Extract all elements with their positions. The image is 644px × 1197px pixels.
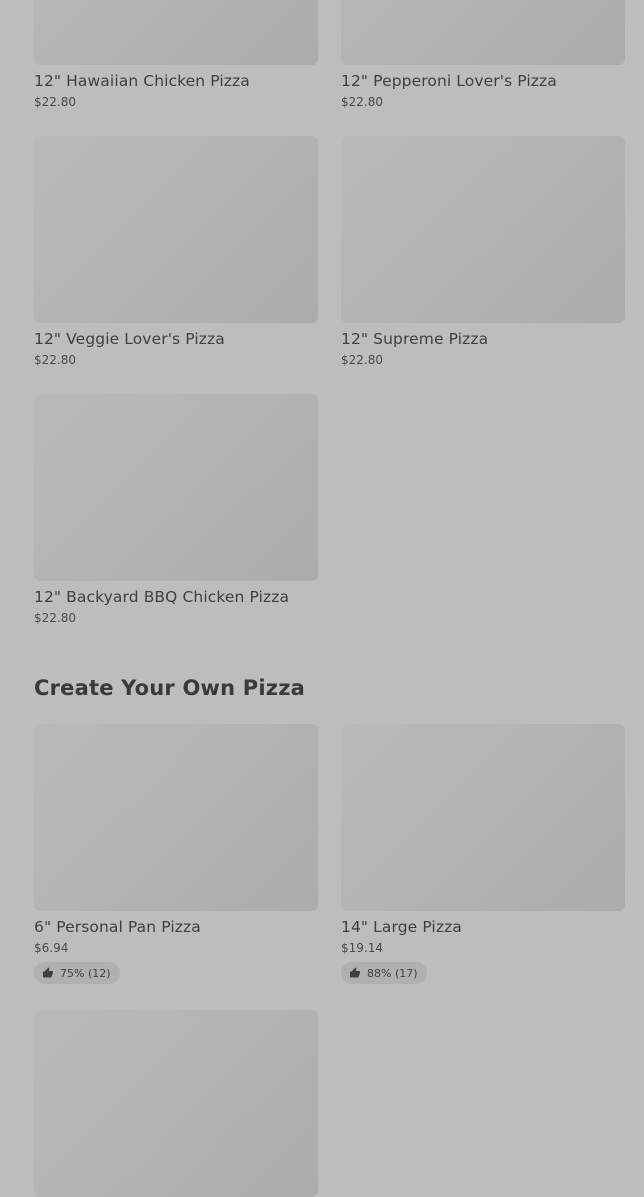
product-name[interactable]: 12" Pepperoni Lover's Pizza [341,71,625,91]
product-price: $19.14 [341,941,383,955]
product-card[interactable]: 14" Large Pizza $19.14 88% (17) [341,724,625,984]
product-image[interactable] [341,724,625,911]
product-name[interactable]: 12" Supreme Pizza [341,329,625,349]
section-title: Create Your Own Pizza [34,676,306,700]
product-name[interactable]: 14" Large Pizza [341,917,625,937]
product-name[interactable]: 12" Backyard BBQ Chicken Pizza [34,587,318,607]
product-name[interactable]: 6" Personal Pan Pizza [34,917,318,937]
product-price: $22.80 [341,353,383,367]
product-image[interactable] [34,1010,318,1197]
product-card[interactable]: 12" Backyard BBQ Chicken Pizza $22.80 [34,394,318,626]
product-card[interactable] [34,1010,318,1197]
product-image[interactable] [34,724,318,911]
thumbs-up-icon [43,967,53,978]
rating-badge: 75% (12) [34,962,120,984]
product-price: $22.80 [34,95,76,109]
product-image[interactable] [341,0,625,65]
rating-badge: 88% (17) [341,962,427,984]
product-image[interactable] [34,394,318,581]
rating-text: 75% (12) [60,966,111,980]
rating-text: 88% (17) [367,966,418,980]
product-card[interactable]: 12" Hawaiian Chicken Pizza $22.80 [34,0,318,110]
product-price: $22.80 [34,353,76,367]
product-name[interactable]: 12" Veggie Lover's Pizza [34,329,318,349]
product-image[interactable] [34,136,318,323]
product-price: $22.80 [34,611,76,625]
product-card[interactable]: 12" Veggie Lover's Pizza $22.80 [34,136,318,368]
product-image[interactable] [34,0,318,65]
product-price: $22.80 [341,95,383,109]
product-card[interactable]: 12" Pepperoni Lover's Pizza $22.80 [341,0,625,110]
thumbs-up-icon [350,967,360,978]
product-card[interactable]: 6" Personal Pan Pizza $6.94 75% (12) [34,724,318,984]
product-name[interactable]: 12" Hawaiian Chicken Pizza [34,71,318,91]
product-image[interactable] [341,136,625,323]
product-card[interactable]: 12" Supreme Pizza $22.80 [341,136,625,368]
product-price: $6.94 [34,941,69,955]
